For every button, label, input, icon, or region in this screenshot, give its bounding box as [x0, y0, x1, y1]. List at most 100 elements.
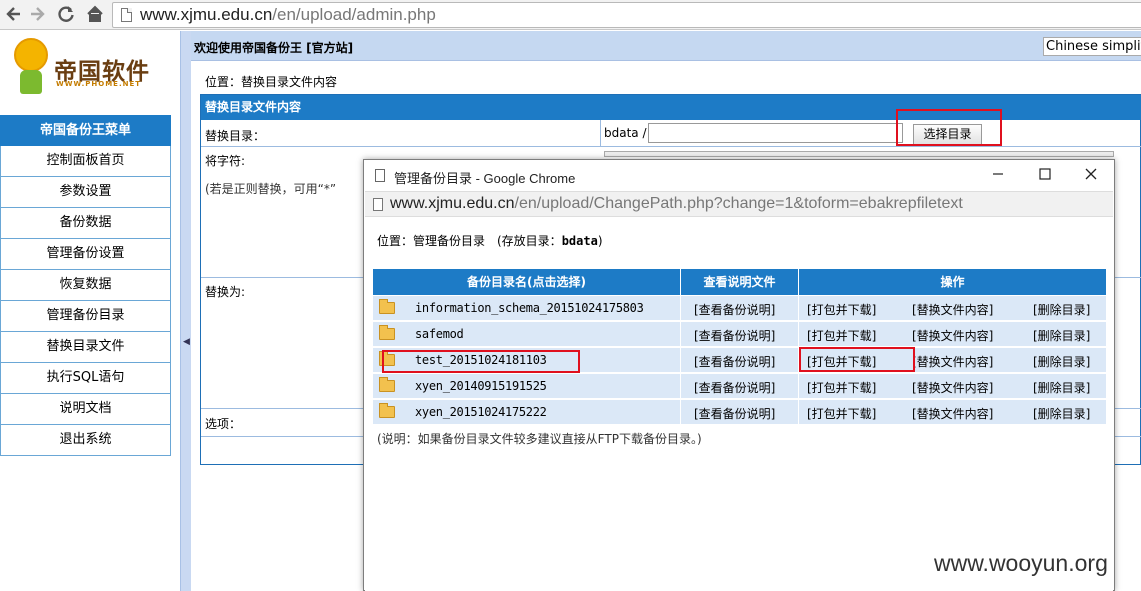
popup-url[interactable]: www.xjmu.edu.cn/en/upload/ChangePath.php… — [390, 195, 963, 213]
delete-dir-link[interactable]: [删除目录] — [1033, 405, 1090, 422]
dir-path-input[interactable] — [648, 123, 903, 143]
logo: 帝国软件 WWW.PHOME.NET — [12, 34, 162, 104]
maximize-button[interactable] — [1032, 164, 1058, 186]
find-textarea[interactable] — [604, 151, 1114, 157]
menu-item-replace-dir-files[interactable]: 替换目录文件 — [0, 332, 171, 363]
arrow-left-icon — [6, 7, 20, 21]
browser-toolbar: www.xjmu.edu.cn/en/upload/admin.php — [0, 0, 1141, 30]
col-header-ops: 操作 — [940, 275, 965, 289]
delete-dir-link[interactable]: [删除目录] — [1033, 353, 1090, 370]
replace-content-link[interactable]: [替换文件内容] — [912, 301, 993, 318]
menu-item-manage-backup-settings[interactable]: 管理备份设置 — [0, 239, 171, 270]
page-icon — [375, 169, 385, 182]
reload-button[interactable] — [55, 4, 77, 26]
popup-window: 管理备份目录 - Google Chrome www.xjmu.edu.cn/e… — [363, 159, 1115, 591]
forward-button[interactable] — [26, 4, 48, 26]
table-row: xyen_20151024175222 [查看备份说明] [打包并下载] [替换… — [373, 400, 1106, 425]
label-options: 选项： — [205, 417, 242, 431]
menu-item-restore[interactable]: 恢复数据 — [0, 270, 171, 301]
pack-download-link[interactable]: [打包并下载] — [807, 301, 876, 318]
menu-item-docs[interactable]: 说明文档 — [0, 394, 171, 425]
delete-dir-link[interactable]: [删除目录] — [1033, 327, 1090, 344]
table-header: 备份目录名(点击选择) 查看说明文件 操作 — [373, 269, 1106, 295]
divider — [680, 296, 681, 321]
label-replace-with: 替换为: — [205, 285, 246, 299]
close-button[interactable] — [1078, 164, 1104, 186]
logo-subtext: WWW.PHOME.NET — [56, 80, 142, 88]
folder-icon — [379, 325, 395, 340]
divider — [798, 322, 799, 347]
popup-breadcrumb: 位置：管理备份目录 (存放目录：bdata) — [377, 232, 603, 249]
pack-download-link[interactable]: [打包并下载] — [807, 327, 876, 344]
maximize-icon — [1039, 168, 1051, 180]
highlight-pack-download — [799, 347, 915, 372]
collapse-left-icon[interactable]: ◀ — [183, 337, 190, 347]
pack-download-link[interactable]: [打包并下载] — [807, 405, 876, 422]
delete-dir-link[interactable]: [删除目录] — [1033, 301, 1090, 318]
divider — [798, 374, 799, 399]
view-readme-link[interactable]: [查看备份说明] — [694, 353, 775, 370]
home-icon — [87, 5, 103, 22]
url-path: /en/upload/admin.php — [272, 5, 436, 24]
regex-hint: (若是正则替换，可用“*” — [205, 182, 337, 196]
dir-name-link[interactable]: information_schema_20151024175803 — [415, 301, 644, 315]
page-icon — [373, 198, 383, 211]
table-row: information_schema_20151024175803 [查看备份说… — [373, 296, 1106, 321]
view-readme-link[interactable]: [查看备份说明] — [694, 379, 775, 396]
table-row: safemod [查看备份说明] [打包并下载] [替换文件内容] [删除目录] — [373, 322, 1106, 347]
close-icon — [1085, 168, 1097, 180]
folder-icon — [379, 403, 395, 418]
dir-name-link[interactable]: xyen_20140915191525 — [415, 379, 547, 393]
language-select[interactable]: Chinese simplifi — [1043, 37, 1141, 56]
dir-name-link[interactable]: safemod — [415, 327, 464, 341]
menu-title: 帝国备份王菜单 — [0, 115, 171, 146]
reload-icon — [58, 6, 74, 22]
view-readme-link[interactable]: [查看备份说明] — [694, 301, 775, 318]
popup-breadcrumb-text: 位置：管理备份目录 (存放目录： — [377, 234, 562, 248]
address-url[interactable]: www.xjmu.edu.cn/en/upload/admin.php — [140, 5, 436, 25]
replace-content-link[interactable]: [替换文件内容] — [912, 379, 993, 396]
dir-name-link[interactable]: xyen_20151024175222 — [415, 405, 547, 419]
menu-item-control-panel[interactable]: 控制面板首页 — [0, 146, 171, 177]
popup-url-host: www.xjmu.edu.cn — [390, 195, 515, 212]
menu-item-settings[interactable]: 参数设置 — [0, 177, 171, 208]
folder-icon — [379, 299, 395, 314]
highlight-test-dir — [382, 350, 580, 373]
folder-icon — [379, 377, 395, 392]
replace-content-link[interactable]: [替换文件内容] — [912, 353, 993, 370]
popup-note: (说明：如果备份目录文件较多建议直接从FTP下载备份目录。) — [377, 432, 702, 446]
divider — [201, 146, 1141, 147]
mascot-body — [20, 70, 42, 94]
divider — [680, 374, 681, 399]
popup-address-bar[interactable]: www.xjmu.edu.cn/en/upload/ChangePath.php… — [365, 191, 1113, 217]
minimize-icon — [993, 173, 1003, 175]
minimize-button[interactable] — [985, 164, 1011, 186]
replace-content-link[interactable]: [替换文件内容] — [912, 327, 993, 344]
menu-item-manage-backup-dirs[interactable]: 管理备份目录 — [0, 301, 171, 332]
back-button[interactable] — [3, 4, 25, 26]
mascot-icon — [14, 38, 48, 72]
frame-splitter[interactable]: ◀ — [180, 31, 191, 591]
menu-item-exec-sql[interactable]: 执行SQL语句 — [0, 363, 171, 394]
label-find: 将字符: — [205, 154, 246, 168]
menu-item-backup[interactable]: 备份数据 — [0, 208, 171, 239]
divider — [680, 322, 681, 347]
label-replace-dir: 替换目录： — [205, 129, 266, 143]
address-bar[interactable]: www.xjmu.edu.cn/en/upload/admin.php — [112, 2, 1141, 28]
divider — [600, 120, 601, 146]
table-row: xyen_20140915191525 [查看备份说明] [打包并下载] [替换… — [373, 374, 1106, 399]
popup-title: 管理备份目录 - Google Chrome — [394, 171, 576, 186]
menu-item-logout[interactable]: 退出系统 — [0, 425, 171, 456]
divider — [798, 296, 799, 321]
view-readme-link[interactable]: [查看备份说明] — [694, 327, 775, 344]
breadcrumb: 位置：替换目录文件内容 — [205, 75, 338, 89]
divider — [680, 348, 681, 373]
url-host: www.xjmu.edu.cn — [140, 5, 273, 24]
welcome-text: 欢迎使用帝国备份王 [官方站] — [194, 41, 354, 55]
pack-download-link[interactable]: [打包并下载] — [807, 379, 876, 396]
home-button[interactable] — [84, 4, 106, 26]
delete-dir-link[interactable]: [删除目录] — [1033, 379, 1090, 396]
replace-content-link[interactable]: [替换文件内容] — [912, 405, 993, 422]
view-readme-link[interactable]: [查看备份说明] — [694, 405, 775, 422]
bdata-prefix: bdata / — [604, 126, 647, 140]
